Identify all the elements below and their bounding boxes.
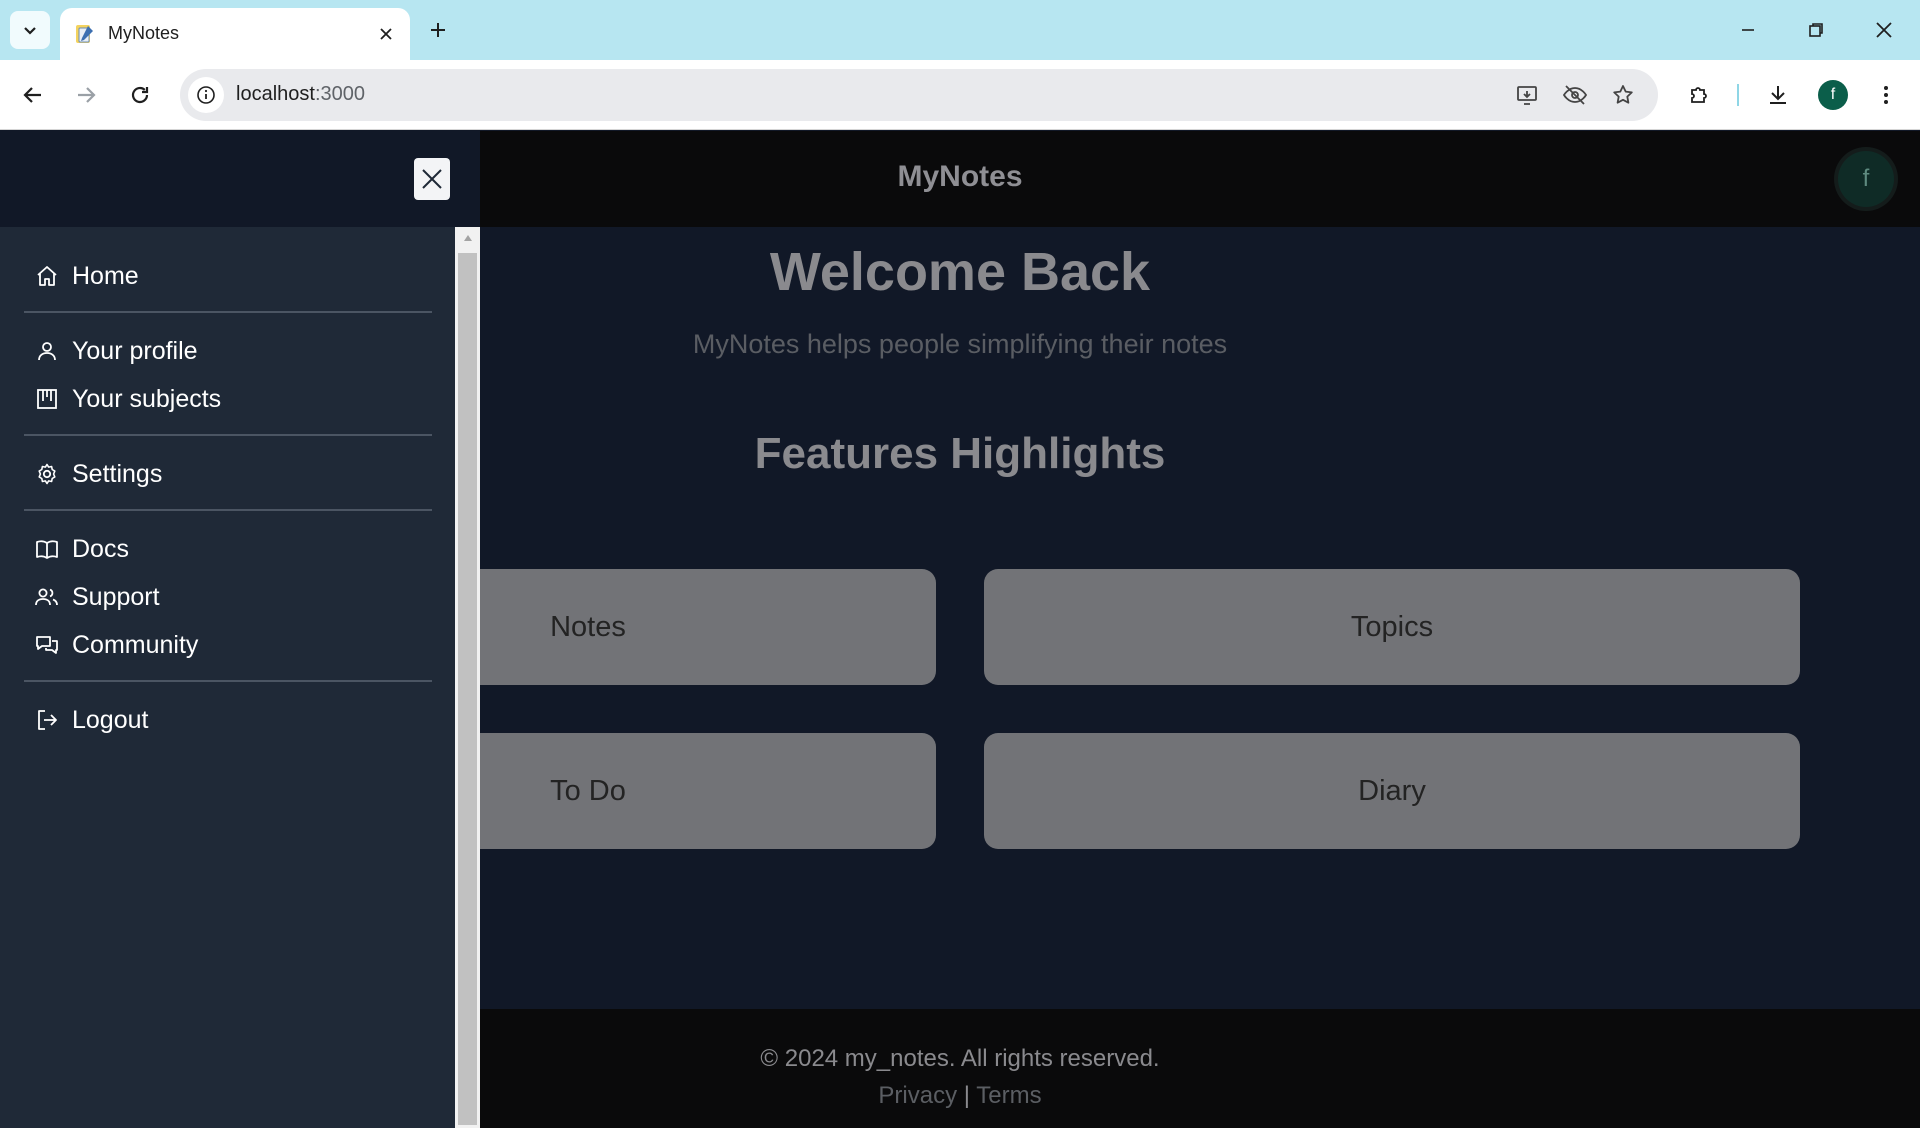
user-icon: [38, 342, 56, 361]
feature-card-diary[interactable]: Diary: [984, 733, 1800, 849]
scrollbar-thumb[interactable]: [458, 253, 477, 1125]
footer-separator: |: [963, 1082, 970, 1109]
arrow-right-icon: [78, 87, 96, 103]
browser-tab[interactable]: MyNotes: [60, 8, 410, 60]
url-host: localhost: [236, 83, 315, 105]
drawer-item-subjects[interactable]: Your subjects: [34, 381, 221, 417]
arrow-left-icon: [23, 87, 41, 103]
drawer-item-home[interactable]: Home: [34, 258, 139, 294]
page-viewport: MyNotes f Welcome Back MyNotes helps peo…: [0, 131, 1920, 1128]
drawer-item-support[interactable]: Support: [34, 579, 160, 615]
new-tab-button[interactable]: [420, 12, 456, 48]
browser-menu-button[interactable]: [1866, 75, 1906, 115]
triangle-up-icon: [463, 235, 472, 241]
bookmark-button[interactable]: [1607, 79, 1639, 111]
chat-icon: [36, 636, 58, 654]
chevron-down-icon: [24, 27, 36, 35]
drawer-item-settings[interactable]: Settings: [34, 456, 162, 492]
close-icon: [380, 28, 392, 40]
info-icon: [197, 86, 215, 104]
drawer-scrollbar[interactable]: [455, 227, 480, 1128]
drawer-divider: [24, 311, 432, 313]
drawer-item-community[interactable]: Community: [34, 627, 198, 663]
site-info-button[interactable]: [188, 77, 224, 113]
url-port: :3000: [314, 83, 365, 105]
install-app-icon: [1517, 86, 1537, 105]
drawer-item-label: Community: [72, 630, 199, 659]
more-vertical-icon: [1884, 86, 1888, 104]
address-bar[interactable]: localhost:3000: [180, 69, 1658, 121]
browser-tabstrip: MyNotes: [0, 0, 1920, 60]
scroll-up-button[interactable]: [455, 227, 480, 249]
drawer-close-button[interactable]: [414, 158, 450, 200]
tab-search-button[interactable]: [10, 11, 50, 49]
terms-link[interactable]: Terms: [976, 1082, 1041, 1109]
close-icon: [1876, 22, 1892, 38]
drawer-header: [0, 131, 480, 227]
logout-icon: [38, 710, 57, 730]
drawer-divider: [24, 434, 432, 436]
browser-toolbar: localhost:3000 f: [0, 60, 1920, 130]
side-drawer: Home Your profile Your subjects Settings…: [0, 131, 480, 1128]
feature-card-topics[interactable]: Topics: [984, 569, 1800, 685]
eye-off-icon: [1562, 85, 1588, 105]
restore-icon: [1809, 23, 1823, 37]
drawer-item-label: Your profile: [72, 336, 198, 365]
reload-icon: [131, 86, 149, 104]
url-text: localhost:3000: [236, 83, 365, 106]
users-icon: [35, 588, 58, 606]
close-window-button[interactable]: [1856, 8, 1912, 52]
star-icon: [1613, 85, 1633, 104]
minimize-button[interactable]: [1720, 8, 1776, 52]
gear-icon: [38, 463, 56, 485]
forward-button[interactable]: [66, 75, 106, 115]
drawer-item-docs[interactable]: Docs: [34, 531, 129, 567]
drawer-item-label: Support: [72, 582, 160, 611]
toolbar-separator: [1737, 84, 1739, 106]
reload-button[interactable]: [120, 75, 160, 115]
tab-title: MyNotes: [108, 23, 180, 43]
download-icon: [1770, 86, 1786, 104]
tab-close-button[interactable]: [374, 22, 398, 46]
browser-profile-avatar[interactable]: f: [1818, 80, 1848, 110]
downloads-button[interactable]: [1758, 75, 1798, 115]
drawer-item-label: Docs: [72, 534, 129, 563]
extensions-button[interactable]: [1679, 75, 1719, 115]
drawer-item-label: Logout: [72, 705, 149, 734]
drawer-item-label: Home: [72, 261, 139, 290]
restore-button[interactable]: [1788, 8, 1844, 52]
close-icon: [422, 169, 442, 189]
install-app-button[interactable]: [1511, 79, 1543, 111]
book-icon: [36, 540, 58, 559]
user-avatar[interactable]: f: [1838, 151, 1894, 207]
drawer-item-label: Settings: [72, 459, 163, 488]
tracking-protection-button[interactable]: [1559, 79, 1591, 111]
drawer-divider: [24, 509, 432, 511]
board-icon: [37, 389, 57, 409]
drawer-divider: [24, 680, 432, 682]
puzzle-icon: [1691, 87, 1707, 103]
privacy-link[interactable]: Privacy: [878, 1082, 957, 1109]
drawer-item-logout[interactable]: Logout: [34, 702, 148, 738]
minimize-icon: [1742, 29, 1754, 31]
plus-icon: [431, 23, 445, 37]
drawer-item-profile[interactable]: Your profile: [34, 333, 198, 369]
back-button[interactable]: [13, 75, 53, 115]
drawer-item-label: Your subjects: [72, 384, 222, 413]
app-favicon-icon: [76, 25, 93, 43]
home-icon: [37, 266, 57, 286]
